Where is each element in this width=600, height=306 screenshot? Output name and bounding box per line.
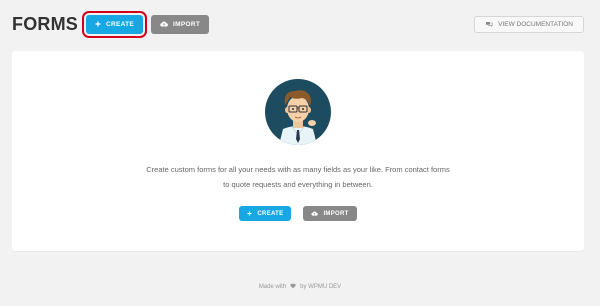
- avatar: [265, 79, 331, 145]
- cloud-upload-icon: [311, 211, 319, 216]
- empty-state-card: Create custom forms for all your needs w…: [12, 51, 584, 251]
- create-button-label: CREATE: [106, 20, 135, 28]
- footer: Made with by WPMU DEV: [0, 283, 600, 291]
- create-form-button[interactable]: CREATE: [239, 206, 292, 221]
- empty-state-message: Create custom forms for all your needs w…: [12, 162, 584, 192]
- view-documentation-label: VIEW DOCUMENTATION: [498, 20, 573, 28]
- view-documentation-button[interactable]: VIEW DOCUMENTATION: [474, 15, 584, 33]
- plus-icon: [95, 21, 101, 27]
- empty-state-actions: CREATE IMPORT: [12, 206, 584, 221]
- page-header: FORMS CREATE IMPORT VIEW DOCUMENTATION: [12, 10, 584, 38]
- chat-bubble-icon: [485, 21, 493, 27]
- page-title: FORMS: [12, 13, 78, 34]
- import-button-label: IMPORT: [173, 20, 201, 28]
- import-button[interactable]: IMPORT: [151, 14, 210, 34]
- import-form-button-label: IMPORT: [323, 210, 349, 217]
- create-button[interactable]: CREATE: [81, 10, 148, 38]
- empty-state-message-line-2: to quote requests and everything in betw…: [223, 180, 373, 189]
- plus-icon: [247, 211, 252, 216]
- create-form-button-label: CREATE: [257, 210, 284, 217]
- empty-state-message-line-1: Create custom forms for all your needs w…: [146, 165, 450, 174]
- cloud-upload-icon: [160, 21, 168, 27]
- heart-icon: [290, 283, 296, 291]
- footer-made-with: Made with: [258, 284, 287, 290]
- footer-wpmu-dev-link[interactable]: by WPMU DEV: [300, 284, 341, 290]
- import-form-button[interactable]: IMPORT: [303, 206, 357, 221]
